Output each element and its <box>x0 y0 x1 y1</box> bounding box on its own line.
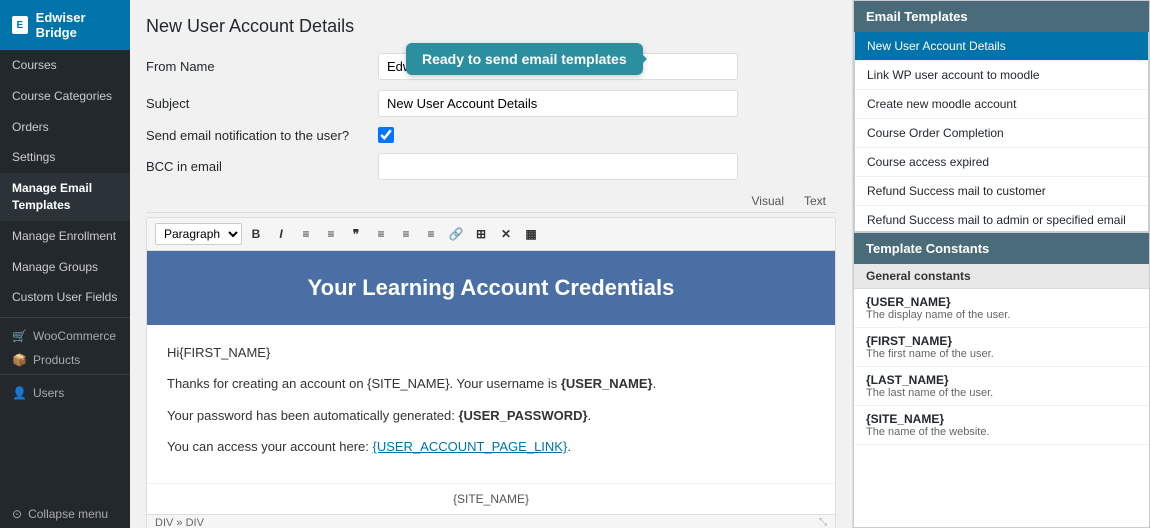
constant-item-2: {LAST_NAME} The last name of the user. <box>854 367 1149 406</box>
align-right-button[interactable]: ≡ <box>420 223 442 245</box>
constant-name-1: {FIRST_NAME} <box>866 334 1137 348</box>
constant-desc-2: The last name of the user. <box>866 387 1137 399</box>
editor-content: Your Learning Account Credentials Hi{FIR… <box>146 250 836 515</box>
collapse-icon: ⊙ <box>12 507 22 521</box>
sidebar-item-woocommerce[interactable]: 🛒 WooCommerce <box>0 322 130 346</box>
sidebar-item-users[interactable]: 👤 Users <box>0 379 130 403</box>
constants-sub-header: General constants <box>854 264 1149 289</box>
template-item-0[interactable]: New User Account Details <box>855 32 1148 61</box>
logo-icon: E <box>12 16 28 34</box>
body-line-2: Thanks for creating an account on {SITE_… <box>167 372 815 395</box>
body-line-4: You can access your account here: {USER_… <box>167 435 815 458</box>
notification-label: Send email notification to the user? <box>146 128 366 143</box>
editor-status-bar: DIV » DIV ⤡ <box>146 515 836 528</box>
template-list: New User Account Details Link WP user ac… <box>854 32 1149 232</box>
notification-checkbox[interactable] <box>378 127 394 143</box>
bcc-row: BCC in email <box>146 153 836 180</box>
tab-text[interactable]: Text <box>794 190 836 212</box>
sidebar-item-products[interactable]: 📦 Products <box>0 346 130 370</box>
constant-desc-1: The first name of the user. <box>866 348 1137 360</box>
sidebar-item-manage-enrollment[interactable]: Manage Enrollment <box>0 221 130 252</box>
woocommerce-icon: 🛒 <box>12 329 27 343</box>
blockquote-button[interactable]: ❞ <box>345 223 367 245</box>
template-item-5[interactable]: Refund Success mail to customer <box>855 177 1148 206</box>
subject-input[interactable] <box>378 90 738 117</box>
body-line-3: Your password has been automatically gen… <box>167 404 815 427</box>
template-item-2[interactable]: Create new moodle account <box>855 90 1148 119</box>
body-line-1: Hi{FIRST_NAME} <box>167 341 815 364</box>
notification-row: Send email notification to the user? <box>146 127 836 143</box>
constant-desc-0: The display name of the user. <box>866 309 1137 321</box>
grid-button[interactable]: ▦ <box>520 223 542 245</box>
unordered-list-button[interactable]: ≡ <box>295 223 317 245</box>
sidebar-divider-2 <box>0 374 130 375</box>
resize-handle[interactable]: ⤡ <box>819 517 827 528</box>
sidebar-item-courses[interactable]: Courses <box>0 50 130 81</box>
sidebar-item-manage-groups[interactable]: Manage Groups <box>0 252 130 283</box>
editor-footer: {SITE_NAME} <box>147 483 835 514</box>
bold-button[interactable]: B <box>245 223 267 245</box>
constant-name-2: {LAST_NAME} <box>866 373 1137 387</box>
right-panel: Email Templates New User Account Details… <box>852 0 1150 528</box>
sidebar-item-orders[interactable]: Orders <box>0 112 130 143</box>
main-content: New User Account Details Ready to send e… <box>130 0 1150 528</box>
logo-text: Edwiser Bridge <box>36 10 118 40</box>
constant-name-3: {SITE_NAME} <box>866 412 1137 426</box>
table-button[interactable]: ⊞ <box>470 223 492 245</box>
constant-item-3: {SITE_NAME} The name of the website. <box>854 406 1149 445</box>
template-constants-section: Template Constants General constants {US… <box>853 233 1150 528</box>
sidebar-logo[interactable]: E Edwiser Bridge <box>0 0 130 50</box>
constant-name-0: {USER_NAME} <box>866 295 1137 309</box>
sidebar-item-manage-email-templates[interactable]: Manage Email Templates <box>0 173 130 221</box>
email-templates-section: Email Templates New User Account Details… <box>853 0 1150 233</box>
constant-item-1: {FIRST_NAME} The first name of the user. <box>854 328 1149 367</box>
editor-toolbar: Paragraph Heading 1 Heading 2 Heading 3 … <box>146 217 836 250</box>
template-item-4[interactable]: Course access expired <box>855 148 1148 177</box>
constants-header: Template Constants <box>854 233 1149 264</box>
email-templates-header: Email Templates <box>854 1 1149 32</box>
ordered-list-button[interactable]: ≡ <box>320 223 342 245</box>
sidebar-divider-1 <box>0 317 130 318</box>
template-item-6[interactable]: Refund Success mail to admin or specifie… <box>855 206 1148 232</box>
tooltip-bubble: Ready to send email templates <box>406 43 643 75</box>
subject-label: Subject <box>146 96 366 111</box>
products-icon: 📦 <box>12 353 27 367</box>
editor-tab-bar: Visual Text <box>146 190 836 213</box>
users-icon: 👤 <box>12 386 27 400</box>
sidebar-item-custom-user-fields[interactable]: Custom User Fields <box>0 282 130 313</box>
constant-item-0: {USER_NAME} The display name of the user… <box>854 289 1149 328</box>
align-center-button[interactable]: ≡ <box>395 223 417 245</box>
fullscreen-button[interactable]: ✕ <box>495 223 517 245</box>
template-item-1[interactable]: Link WP user account to moodle <box>855 61 1148 90</box>
subject-row: Subject <box>146 90 836 117</box>
sidebar-item-settings[interactable]: Settings <box>0 142 130 173</box>
align-left-button[interactable]: ≡ <box>370 223 392 245</box>
sidebar: E Edwiser Bridge Courses Course Categori… <box>0 0 130 528</box>
template-item-3[interactable]: Course Order Completion <box>855 119 1148 148</box>
editor-header-band: Your Learning Account Credentials <box>147 251 835 325</box>
constants-list: {USER_NAME} The display name of the user… <box>854 289 1149 527</box>
page-title: New User Account Details <box>146 16 836 37</box>
sidebar-item-course-categories[interactable]: Course Categories <box>0 81 130 112</box>
editor-body[interactable]: Hi{FIRST_NAME} Thanks for creating an ac… <box>147 325 835 483</box>
from-name-label: From Name <box>146 59 366 74</box>
constant-desc-3: The name of the website. <box>866 426 1137 438</box>
paragraph-select[interactable]: Paragraph Heading 1 Heading 2 Heading 3 <box>155 223 242 245</box>
bcc-input[interactable] <box>378 153 738 180</box>
link-button[interactable]: 🔗 <box>445 223 467 245</box>
tab-visual[interactable]: Visual <box>742 190 794 212</box>
status-text: DIV » DIV <box>155 517 204 528</box>
bcc-label: BCC in email <box>146 159 366 174</box>
form-area: New User Account Details Ready to send e… <box>130 0 852 528</box>
collapse-menu-button[interactable]: ⊙ Collapse menu <box>0 500 130 528</box>
italic-button[interactable]: I <box>270 223 292 245</box>
